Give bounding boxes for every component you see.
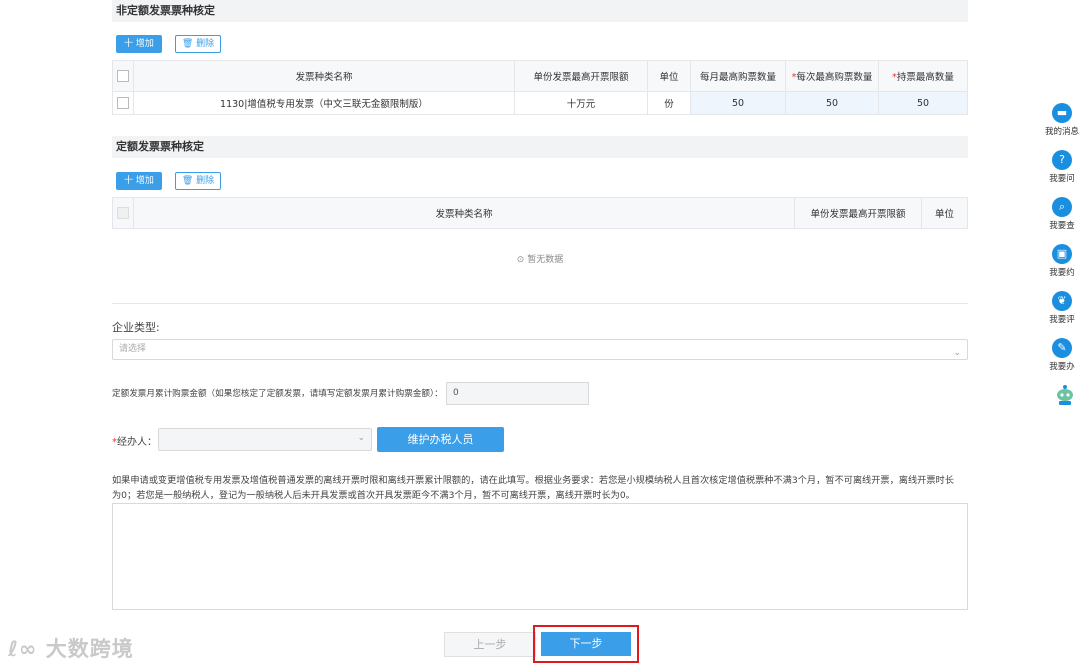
edit-icon: ✎ — [1052, 338, 1072, 358]
offline-limit-hint: 如果申请或变更增值税专用发票及增值税普通发票的离线开票时限和离线开票累计限额的，… — [112, 475, 954, 501]
question-icon: ? — [1052, 150, 1072, 170]
maintain-tax-staff-button[interactable]: 维护办税人员 — [377, 427, 504, 452]
chevron-down-icon: ⌄ — [953, 348, 961, 358]
sidebar-item-label: 我要查 — [1049, 221, 1075, 231]
select-all-checkbox[interactable] — [117, 207, 129, 219]
divider — [112, 303, 968, 304]
col-per: *每次最高购票数量 — [785, 60, 879, 92]
select-all-checkbox[interactable] — [117, 70, 129, 82]
rating-icon: ❦ — [1052, 291, 1072, 311]
agent-label: *经办人： — [112, 433, 157, 448]
prev-step-button[interactable]: 上一步 — [444, 632, 536, 657]
sidebar-item-handle[interactable]: ✎ 我要办 — [1044, 338, 1080, 372]
col-monthly: 每月最高购票数量 — [690, 60, 786, 92]
col-unit: 单位 — [647, 60, 691, 92]
col-unit: 单位 — [921, 197, 968, 229]
delete-button[interactable]: 🗑 删除 — [175, 172, 221, 190]
sidebar-item-label: 我要问 — [1049, 174, 1075, 184]
select-all-cell — [112, 60, 134, 92]
sidebar-item-appointment[interactable]: ▣ 我要约 — [1044, 244, 1080, 278]
table-row: 1130|增值税专用发票（中文三联无金额限制版） 十万元 份 50 50 50 — [112, 91, 968, 115]
agent-label-text: 经办人： — [117, 437, 157, 448]
offline-limit-textarea[interactable] — [112, 503, 968, 610]
trash-icon: 🗑 — [181, 176, 194, 186]
section-header-non-quota: 非定额发票票种核定 — [112, 0, 968, 22]
delete-label: 删除 — [196, 39, 215, 49]
delete-label: 删除 — [196, 176, 215, 186]
sidebar-item-label: 我要约 — [1049, 268, 1075, 278]
col-limit: 单份发票最高开票限额 — [794, 197, 922, 229]
trash-icon: 🗑 — [181, 39, 194, 49]
col-name: 发票种类名称 — [133, 60, 515, 92]
quota-table: 发票种类名称 单份发票最高开票限额 单位 — [112, 197, 968, 229]
empty-text: 暂无数据 — [527, 255, 564, 265]
cell-limit: 十万元 — [514, 91, 648, 115]
quota-amount-label: 定额发票月累计购票金额（如果您核定了定额发票，请填写定额发票月累计购票金额）： — [112, 389, 443, 399]
col-name: 发票种类名称 — [133, 197, 795, 229]
sidebar-item-ask[interactable]: ? 我要问 — [1044, 150, 1080, 184]
robot-assistant-icon[interactable] — [1055, 383, 1075, 409]
search-icon: ⌕ — [1052, 197, 1072, 217]
non-quota-table: 发票种类名称 单份发票最高开票限额 单位 每月最高购票数量 *每次最高购票数量 … — [112, 60, 968, 115]
chevron-down-icon: ⌄ — [357, 433, 365, 443]
agent-select[interactable]: ⌄ — [158, 428, 372, 451]
watermark-logo-icon: ℓ∞ — [8, 637, 38, 661]
next-step-button[interactable]: 下一步 — [541, 632, 631, 656]
next-step-highlight: 下一步 — [533, 625, 639, 663]
sidebar-item-label: 我要办 — [1049, 362, 1075, 372]
empty-icon: ⊙ — [516, 255, 525, 265]
col-hold: *持票最高数量 — [878, 60, 968, 92]
watermark-text: 大数跨境 — [45, 637, 134, 661]
select-all-cell — [112, 197, 134, 229]
cell-hold-input[interactable]: 50 — [878, 91, 968, 115]
section-title: 非定额发票票种核定 — [116, 4, 215, 17]
sidebar-item-rate[interactable]: ❦ 我要评 — [1044, 291, 1080, 325]
sidebar-item-messages[interactable]: ▬ 我的消息 — [1044, 103, 1080, 137]
table-header-row: 发票种类名称 单份发票最高开票限额 单位 每月最高购票数量 *每次最高购票数量 … — [112, 60, 968, 92]
message-icon: ▬ — [1052, 103, 1072, 123]
table-header-row: 发票种类名称 单份发票最高开票限额 单位 — [112, 197, 968, 229]
section-title: 定额发票票种核定 — [116, 140, 204, 153]
cell-unit: 份 — [647, 91, 691, 115]
enterprise-type-placeholder: 请选择 — [119, 344, 147, 354]
watermark: ℓ∞ 大数跨境 — [8, 633, 134, 663]
row-checkbox[interactable] — [117, 97, 129, 109]
col-per-label: 每次最高购票数量 — [796, 72, 873, 83]
quota-amount-input[interactable]: 0 — [446, 382, 589, 405]
section-header-quota: 定额发票票种核定 — [112, 136, 968, 158]
cell-per-input[interactable]: 50 — [785, 91, 879, 115]
sidebar-item-query[interactable]: ⌕ 我要查 — [1044, 197, 1080, 231]
add-button[interactable]: 十 增加 — [116, 35, 162, 53]
cell-monthly-input[interactable]: 50 — [690, 91, 786, 115]
col-limit: 单份发票最高开票限额 — [514, 60, 648, 92]
delete-button[interactable]: 🗑 删除 — [175, 35, 221, 53]
enterprise-type-select[interactable]: 请选择 ⌄ — [112, 339, 968, 360]
empty-state: ⊙ 暂无数据 — [112, 252, 968, 265]
row-select-cell — [112, 91, 134, 115]
cell-name: 1130|增值税专用发票（中文三联无金额限制版） — [133, 91, 515, 115]
enterprise-type-label: 企业类型: — [112, 321, 160, 334]
sidebar-item-label: 我要评 — [1049, 315, 1075, 325]
add-button[interactable]: 十 增加 — [116, 172, 162, 190]
col-hold-label: 持票最高数量 — [896, 72, 954, 83]
sidebar-item-label: 我的消息 — [1044, 127, 1079, 137]
calendar-icon: ▣ — [1052, 244, 1072, 264]
